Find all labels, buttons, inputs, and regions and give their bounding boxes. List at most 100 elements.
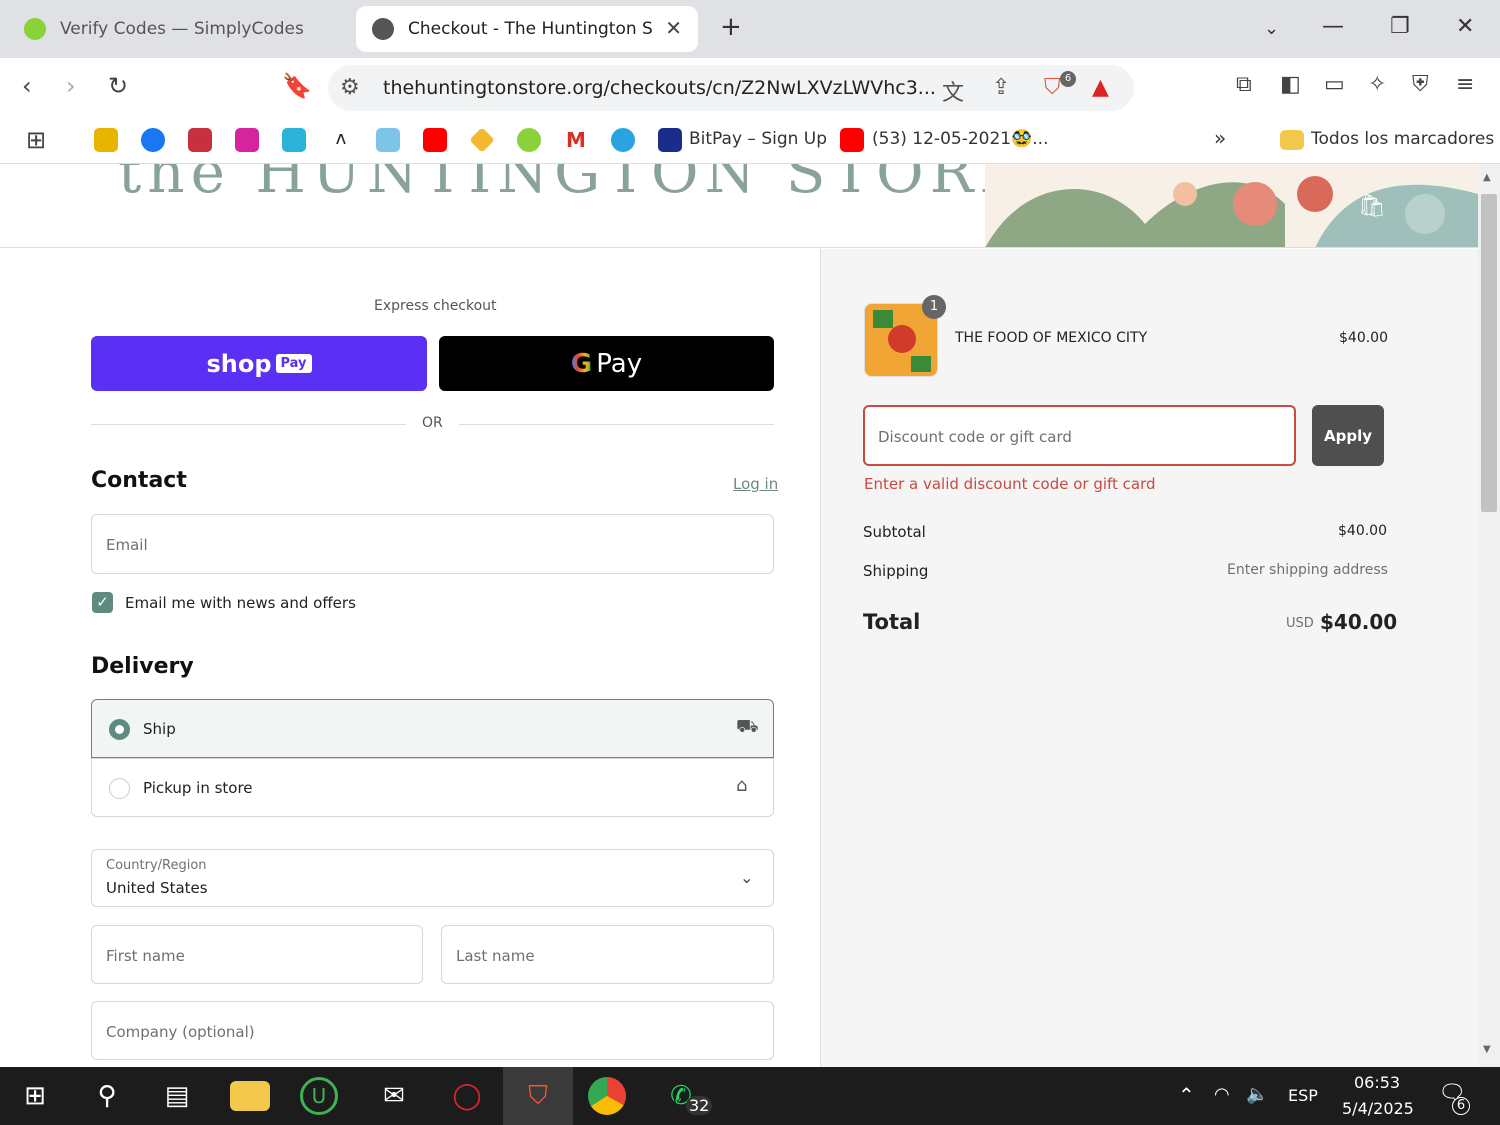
last-name-field[interactable]: Last name [441,925,774,984]
clock-time[interactable]: 06:53 [1354,1073,1400,1092]
brave-shield-icon[interactable]: ⛉ [1044,75,1061,100]
gmail-icon[interactable]: M [564,128,588,152]
delivery-option-ship[interactable]: Ship ⛟ [91,699,774,758]
tab-search-chevron-icon[interactable]: ⌄ [1264,18,1279,39]
menu-icon[interactable]: ≡ [1456,72,1474,97]
first-name-field[interactable]: First name [91,925,423,984]
email-field[interactable]: Email [91,514,774,574]
google-pay-button[interactable]: G Pay [439,336,774,391]
scroll-down-icon[interactable]: ▼ [1483,1044,1491,1055]
tab-title: Verify Codes — SimplyCodes [60,19,304,39]
shop-pay-text: shop [206,349,272,378]
close-tab-icon[interactable]: ✕ [665,16,682,40]
telegram-icon[interactable] [611,128,635,152]
wallet-icon[interactable]: ▭ [1324,72,1345,97]
store-logo-text[interactable]: the HUNTINGTON STORE [118,164,1028,206]
bookmarks-overflow-icon[interactable]: » [1214,126,1226,150]
youtube-icon[interactable] [840,128,864,152]
pickup-label: Pickup in store [143,779,253,797]
bookmark-red-cube-icon[interactable] [188,128,212,152]
share-icon[interactable]: ⇪ [992,75,1010,100]
country-label: Country/Region [106,858,207,873]
product-price: $40.00 [1339,330,1388,346]
bookmark-bitpay[interactable]: BitPay – Sign Up [689,129,827,149]
subtotal-label: Subtotal [863,523,926,541]
bitpay-icon[interactable] [658,128,682,152]
address-bar[interactable]: ⚙ thehuntingtonstore.org/checkouts/cn/Z2… [328,65,1134,111]
shop-pay-button[interactable]: shop Pay [91,336,427,391]
scroll-up-icon[interactable]: ▲ [1483,172,1491,183]
opera-icon[interactable]: ◯ [446,1075,488,1117]
subtotal-value: $40.00 [1338,523,1387,539]
google-g-icon: G [570,348,593,379]
login-link[interactable]: Log in [733,475,778,493]
apply-button[interactable]: Apply [1312,405,1384,466]
new-tab-button[interactable]: + [720,12,742,42]
back-icon[interactable]: ‹ [22,72,32,100]
bookmark-puzzle-icon[interactable] [376,128,400,152]
company-field[interactable]: Company (optional) [91,1001,774,1060]
total-value: $40.00 [1320,610,1398,634]
extensions-icon[interactable]: ⧉ [1236,72,1252,97]
store-banner: the HUNTINGTON STORE 🛍 [0,164,1478,248]
bookmark-blue-icon[interactable] [282,128,306,152]
tab-checkout[interactable]: Checkout - The Huntington Sto ✕ [356,6,698,52]
tab-simplycodes[interactable]: Verify Codes — SimplyCodes [14,6,344,52]
mail-icon[interactable]: ✉ [373,1075,415,1117]
clock-date[interactable]: 5/4/2025 [1342,1099,1414,1118]
upwork-icon[interactable]: U [300,1077,338,1115]
ship-radio[interactable] [109,719,130,740]
facebook-icon[interactable] [141,128,165,152]
delivery-option-pickup[interactable]: Pickup in store ⌂ [91,758,774,817]
leo-ai-icon[interactable]: ✧ [1368,72,1386,97]
pickup-radio[interactable] [109,778,130,799]
youtube-icon[interactable] [423,128,447,152]
show-hidden-icons-icon[interactable]: ⌃ [1178,1083,1195,1107]
discount-code-input[interactable]: Discount code or gift card [863,405,1296,466]
floral-pattern [985,164,1478,247]
bookmarks-bar: ⊞ ʌ M BitPay – Sign Up (53) 12-05-2021🥸.… [0,118,1500,164]
input-language[interactable]: ESP [1288,1086,1318,1105]
binance-icon[interactable] [469,127,495,153]
whatsapp-badge: 32 [686,1096,713,1115]
vpn-icon[interactable]: ⛨ [1412,72,1429,97]
last-name-placeholder: Last name [456,947,535,965]
scrollbar-thumb[interactable] [1481,194,1497,512]
chrome-icon[interactable] [588,1077,626,1115]
site-settings-icon[interactable]: ⚙ [340,75,360,100]
volume-icon[interactable]: 🔈 [1246,1084,1268,1105]
task-view-icon[interactable]: ▤ [156,1075,198,1117]
quantity-badge: 1 [922,295,946,319]
company-placeholder: Company (optional) [106,1023,255,1041]
apps-grid-icon[interactable]: ⊞ [26,126,46,154]
sidebar-icon[interactable]: ◧ [1280,72,1301,97]
country-select[interactable]: Country/Region United States ⌄ [91,849,774,907]
bookmark-contacts-icon[interactable] [94,128,118,152]
simplycodes-icon[interactable] [517,128,541,152]
bookmark-a-icon[interactable]: ʌ [329,128,353,152]
cart-bag-icon[interactable]: 🛍 [1358,194,1386,219]
wifi-icon[interactable]: ◠ [1214,1084,1230,1105]
minimize-icon[interactable]: — [1322,14,1344,39]
windows-start-icon[interactable]: ⊞ [14,1075,56,1117]
restore-icon[interactable]: ❐ [1390,14,1410,39]
divider [459,424,774,425]
newsletter-checkbox[interactable]: ✓ [92,592,113,613]
all-bookmarks[interactable]: Todos los marcadores [1311,129,1494,149]
brave-rewards-icon[interactable]: ▲ [1092,75,1109,100]
brave-icon[interactable]: ⛉ [517,1075,559,1117]
reload-icon[interactable]: ↻ [108,72,128,100]
email-placeholder: Email [106,536,148,554]
translate-icon[interactable]: 文 [942,75,964,107]
close-window-icon[interactable]: ✕ [1456,14,1474,39]
page-scrollbar[interactable]: ▲ ▼ [1478,164,1500,1067]
bookmark-video[interactable]: (53) 12-05-2021🥸... [872,129,1048,149]
bookmark-icon[interactable]: 🔖 [282,72,312,100]
or-label: OR [422,415,443,431]
navigation-bar: ‹ › ↻ 🔖 ⚙ thehuntingtonstore.org/checkou… [0,58,1500,118]
file-explorer-icon[interactable] [230,1081,270,1111]
search-icon[interactable]: ⚲ [86,1075,128,1117]
newsletter-label: Email me with news and offers [125,594,356,612]
forward-icon[interactable]: › [66,72,76,100]
instagram-icon[interactable] [235,128,259,152]
